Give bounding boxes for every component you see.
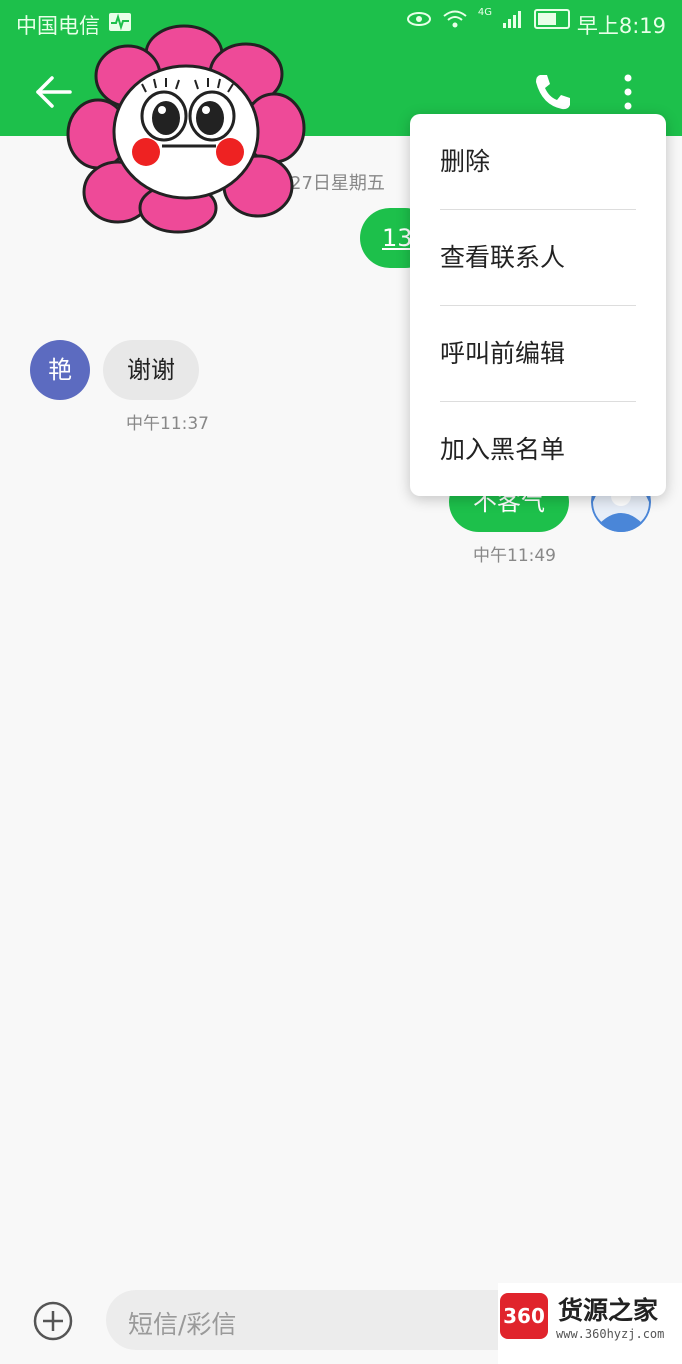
- menu-item-add-to-blacklist[interactable]: 加入黑名单: [440, 402, 636, 497]
- message-time: 中午11:49: [473, 546, 556, 566]
- wifi-icon: [443, 10, 467, 28]
- watermark-logo: 360: [500, 1293, 548, 1339]
- message-input-placeholder: 短信/彩信: [128, 1310, 237, 1339]
- message-text: 13: [382, 224, 413, 252]
- watermark-url: www.360hyzj.com: [556, 1327, 665, 1341]
- contact-avatar[interactable]: 艳: [30, 340, 90, 400]
- menu-item-edit-before-call[interactable]: 呼叫前编辑: [440, 306, 636, 401]
- message-time: 中午11:37: [126, 414, 209, 434]
- menu-item-delete[interactable]: 删除: [440, 114, 636, 209]
- status-icons: 4G: [406, 6, 570, 29]
- overflow-menu: 删除 查看联系人 呼叫前编辑 加入黑名单: [410, 114, 666, 496]
- watermark: 360 货源之家 www.360hyzj.com: [498, 1283, 682, 1364]
- eye-icon: [406, 12, 431, 26]
- clock: 早上8:19: [576, 14, 666, 38]
- message-text: 谢谢: [127, 356, 175, 384]
- signal-icon: [503, 11, 521, 28]
- more-vertical-icon[interactable]: [610, 70, 646, 114]
- battery-icon: [534, 9, 570, 29]
- message-input[interactable]: 短信/彩信: [106, 1290, 536, 1350]
- menu-item-view-contact[interactable]: 查看联系人: [440, 210, 636, 305]
- flower-sticker-icon: [66, 24, 306, 234]
- add-attachment-icon[interactable]: [32, 1300, 74, 1342]
- watermark-name: 货源之家: [558, 1296, 659, 1325]
- message-bubble-incoming[interactable]: 谢谢: [103, 340, 199, 400]
- network-type: 4G: [477, 6, 492, 18]
- phone-icon[interactable]: [530, 70, 574, 114]
